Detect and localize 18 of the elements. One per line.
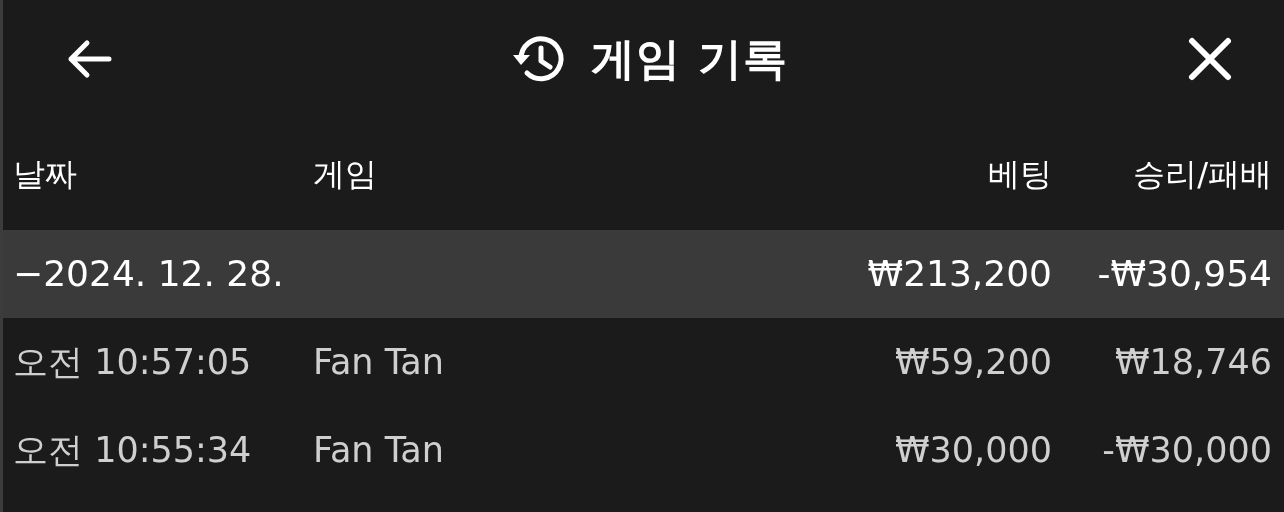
time-cell-text: 오전 10:57:05 <box>13 340 253 384</box>
column-header: 게임 <box>313 154 378 195</box>
close-button[interactable] <box>1186 35 1234 83</box>
bet-cell-text: ₩30,000 <box>893 428 1052 472</box>
column-header: 날짜 <box>13 154 78 195</box>
collapse-toggle[interactable]: − <box>13 247 44 301</box>
result-cell-text: ₩18,746 <box>1113 340 1272 384</box>
time-cell-text: 오전 10:55:34 <box>13 428 253 472</box>
page-title: 게임 기록 <box>591 32 788 86</box>
column-header: 승리/패배 <box>1132 154 1272 195</box>
bet-cell-text: ₩59,200 <box>893 340 1052 384</box>
game-cell-text: Fan Tan <box>313 428 445 472</box>
bet-total: ₩213,200 <box>866 252 1052 296</box>
date-text: 2024. 12. 28. <box>43 252 284 296</box>
game-cell-text: Fan Tan <box>313 340 445 384</box>
result-total: -₩30,954 <box>1096 252 1272 296</box>
result-cell-text: -₩30,000 <box>1101 428 1272 472</box>
column-header: 베팅 <box>987 154 1052 195</box>
